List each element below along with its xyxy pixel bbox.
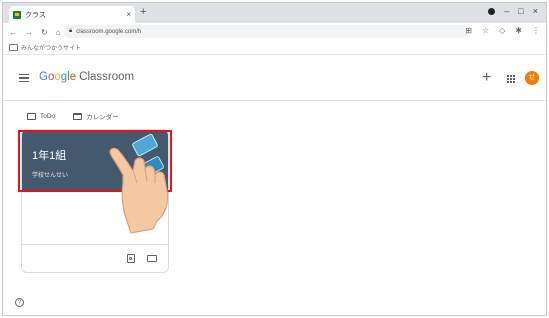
assignments-icon[interactable] (127, 254, 135, 263)
reload-icon[interactable]: ↻ (41, 28, 48, 37)
class-card-footer (22, 244, 168, 272)
google-letter: G (39, 71, 48, 83)
translate-icon[interactable]: ⊞ (465, 26, 472, 35)
profile-dot-icon[interactable] (488, 8, 496, 15)
calendar-link[interactable]: カレンダー (73, 111, 119, 121)
todo-label: ToDo (40, 112, 56, 120)
classroom-logo[interactable]: Google Classroom (39, 71, 134, 83)
window-controls: – □ × (488, 6, 538, 16)
google-letter: e (69, 71, 77, 83)
browser-tab[interactable]: クラス × (9, 6, 135, 23)
home-icon[interactable]: ⌂ (56, 28, 61, 37)
star-icon[interactable]: ☆ (482, 26, 489, 35)
tab-bar: クラス × + – □ × (3, 3, 546, 23)
forward-icon[interactable]: → (25, 28, 33, 37)
browser-toolbar: ← → ↻ ⌂ 🔒︎ classroom.google.com/h ⊞ ☆ ◇ … (3, 23, 546, 41)
todo-icon (27, 112, 36, 120)
calendar-label: カレンダー (86, 114, 119, 121)
sub-navigation: ToDo カレンダー (27, 111, 119, 121)
product-name: Classroom (79, 71, 135, 83)
tab-close-icon[interactable]: × (126, 10, 131, 19)
browser-window: クラス × + – □ × ← → ↻ ⌂ 🔒︎ classroom.googl… (2, 2, 547, 316)
maximize-button[interactable]: □ (518, 6, 523, 16)
new-tab-button[interactable]: + (140, 6, 146, 18)
minimize-button[interactable]: – (504, 6, 509, 16)
app-bar: Google Classroom + せ (3, 55, 546, 101)
back-icon[interactable]: ← (9, 28, 17, 37)
more-menu-icon[interactable]: ⋮ (532, 26, 540, 35)
close-window-button[interactable]: × (533, 6, 538, 16)
lock-icon: 🔒︎ (69, 28, 73, 34)
classroom-favicon-icon (13, 10, 21, 19)
avatar[interactable]: せ (525, 71, 539, 85)
drive-folder-icon[interactable] (147, 255, 157, 262)
google-wordmark: Google (39, 71, 76, 83)
bookmark-item[interactable]: みんながつかうサイト (21, 43, 81, 52)
calendar-icon (73, 112, 83, 120)
url-text: classroom.google.com/h (76, 28, 142, 35)
bookmarks-bar: みんながつかうサイト (3, 41, 546, 55)
pointing-hand-icon (109, 147, 169, 234)
tab-title: クラス (25, 11, 46, 19)
puzzle-icon[interactable]: ✱ (515, 26, 522, 35)
bookmark-folder-icon (9, 44, 18, 51)
hamburger-menu-icon[interactable] (19, 74, 29, 82)
todo-link[interactable]: ToDo (27, 112, 56, 120)
address-bar[interactable]: 🔒︎ classroom.google.com/h (63, 25, 468, 38)
extension-icon[interactable]: ◇ (499, 26, 505, 35)
help-icon[interactable]: ? (15, 298, 24, 307)
apps-grid-icon[interactable] (507, 75, 515, 83)
add-class-icon[interactable]: + (482, 69, 491, 87)
